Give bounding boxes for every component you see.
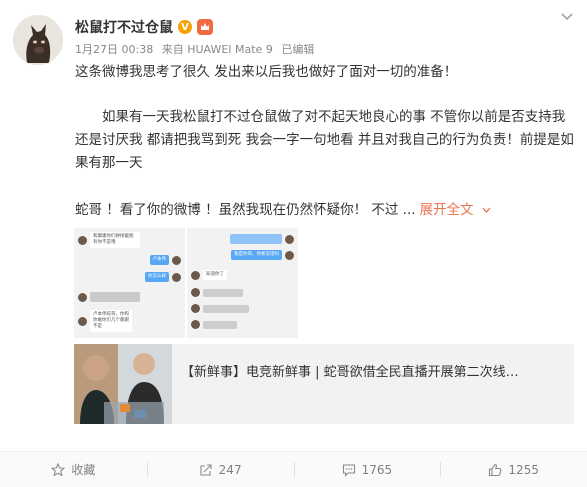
chat-avatar — [78, 235, 87, 245]
post-text-paragraph-3-content: 蛇哥 ！看了你的微博 ！虽然我现在仍然怀疑你！ 不过 ... — [75, 202, 416, 218]
chat-row: 知道你了 — [191, 270, 227, 280]
post-date[interactable]: 1月27日 00:38 — [75, 43, 153, 56]
chat-avatar — [78, 292, 87, 302]
star-icon — [51, 462, 66, 477]
link-card-title[interactable]: 【新鲜事】电竞新鲜事 | 蛇哥欲借全民直播开展第二次线… — [181, 361, 519, 380]
chat-avatar — [191, 270, 200, 280]
post-action-bar: 收藏 247 1765 1255 — [0, 452, 587, 487]
chat-avatar — [172, 272, 181, 282]
chat-row: 我是你哥，你要说话吗 — [231, 250, 294, 260]
post-text-paragraph-1: 这条微博我思考了很久 发出来以后我也做好了面对一切的准备！ — [75, 64, 458, 80]
chat-avatar — [191, 304, 200, 313]
post-source[interactable]: 来自 HUAWEI Mate 9 — [162, 43, 273, 56]
chat-row — [191, 288, 243, 297]
user-avatar[interactable] — [13, 15, 63, 65]
comment-count: 1765 — [361, 462, 393, 477]
favorite-label: 收藏 — [71, 463, 96, 477]
edited-label[interactable]: 已编辑 — [281, 43, 314, 56]
blurred-message — [90, 292, 140, 302]
chat-row: 你怎么样 — [145, 272, 181, 282]
chat-avatar — [172, 255, 181, 265]
repost-button[interactable]: 247 — [146, 452, 294, 487]
post-meta: 1月27日 00:38 来自 HUAWEI Mate 9 已编辑 — [75, 41, 319, 57]
chat-bubble: 卢本伟蛇哥，你和你敢你们几个都跟不是 — [90, 310, 132, 332]
post-text-paragraph-2-content: 如果有一天我松鼠打不过仓鼠做了对不起天地良心的事 不管你以前是否支持我 还是讨厌… — [75, 109, 574, 171]
favorite-button[interactable]: 收藏 — [0, 452, 147, 487]
chat-row: 和康康你们拼接截图有你不是哦 — [78, 232, 140, 248]
chat-row — [78, 292, 140, 302]
chat-bubble: 我是你哥，你要说话吗 — [231, 250, 282, 260]
chat-avatar — [191, 288, 200, 297]
chat-bubble: 你怎么样 — [145, 272, 169, 282]
chat-avatar — [191, 320, 200, 329]
chat-avatar — [285, 250, 294, 260]
comment-button[interactable]: 1765 — [293, 452, 441, 487]
username-row: 松鼠打不过仓鼠 V — [75, 17, 213, 37]
chat-row: 卢本伟 — [149, 255, 181, 265]
chat-bubble: 卢本伟 — [149, 255, 169, 265]
chat-avatar — [285, 234, 294, 244]
username[interactable]: 松鼠打不过仓鼠 — [75, 17, 173, 37]
post-image-1[interactable]: 和康康你们拼接截图有你不是哦 卢本伟 你怎么样 卢本伟蛇哥，你和你敢你们几个都跟… — [74, 228, 185, 338]
like-count: 1255 — [508, 462, 539, 477]
chat-bubble: 知道你了 — [203, 270, 227, 280]
post-text-paragraph-2: 如果有一天我松鼠打不过仓鼠做了对不起天地良心的事 不管你以前是否支持我 还是讨厌… — [75, 106, 575, 175]
chat-row: 卢本伟蛇哥，你和你敢你们几个都跟不是 — [78, 310, 132, 332]
verified-badge-icon[interactable]: V — [178, 20, 192, 34]
expand-full-text-link[interactable]: 展开全文 — [420, 202, 474, 218]
shared-link-card[interactable]: 【新鲜事】电竞新鲜事 | 蛇哥欲借全民直播开展第二次线… — [74, 344, 574, 424]
chat-row — [230, 234, 294, 244]
chat-avatar — [78, 316, 87, 326]
blurred-message — [230, 234, 282, 244]
chat-row — [191, 320, 237, 329]
blurred-message — [203, 320, 237, 329]
chat-row — [191, 304, 249, 313]
more-menu-chevron-icon[interactable] — [560, 12, 574, 22]
repost-count: 247 — [218, 462, 242, 477]
link-card-thumbnail — [74, 344, 172, 424]
blurred-message — [203, 288, 243, 297]
expand-chevron-icon[interactable] — [482, 207, 491, 213]
chat-bubble: 和康康你们拼接截图有你不是哦 — [90, 232, 140, 248]
repost-icon — [200, 463, 212, 476]
like-button[interactable]: 1255 — [440, 452, 587, 487]
blurred-message — [203, 304, 249, 313]
post-text-paragraph-3: 蛇哥 ！看了你的微博 ！虽然我现在仍然怀疑你！ 不过 ... 展开全文 — [75, 199, 575, 222]
post-image-2[interactable]: 我是你哥，你要说话吗 知道你了 — [187, 228, 298, 338]
weibo-post-card: 松鼠打不过仓鼠 V 1月27日 00:38 来自 HUAWEI Mate 9 已… — [0, 0, 587, 487]
comment-icon — [342, 463, 355, 477]
thumbs-up-icon — [489, 463, 502, 476]
member-badge-icon[interactable] — [197, 19, 213, 35]
